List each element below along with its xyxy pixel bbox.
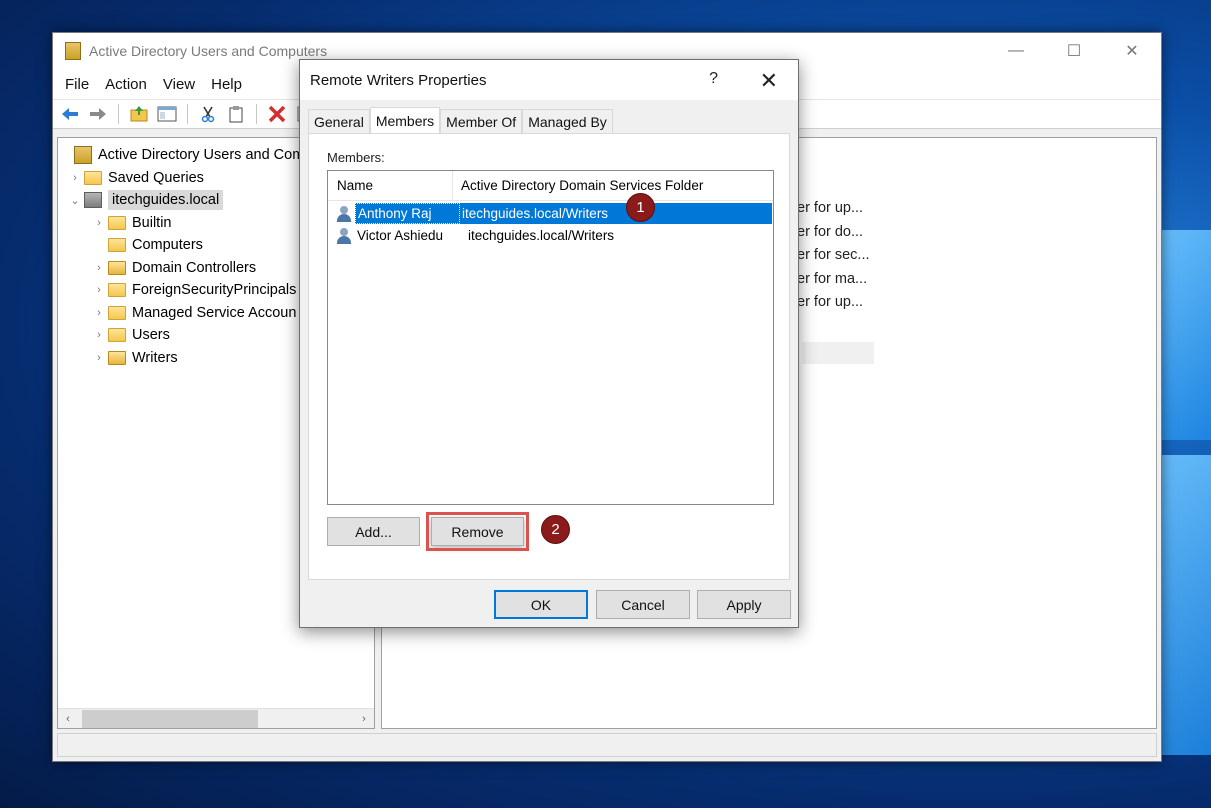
- forward-arrow-icon[interactable]: [87, 103, 109, 125]
- user-icon: [336, 227, 352, 245]
- column-header-folder[interactable]: Active Directory Domain Services Folder: [453, 178, 703, 193]
- menu-action[interactable]: Action: [97, 76, 155, 93]
- folder-icon: [108, 283, 126, 298]
- folder-icon: [108, 305, 126, 320]
- list-item[interactable]: er for up...: [797, 294, 872, 310]
- list-item[interactable]: er for do...: [797, 224, 872, 240]
- members-tab-panel: Members: Name Active Directory Domain Se…: [308, 133, 790, 580]
- member-name: Anthony Raj: [355, 203, 460, 224]
- tab-general[interactable]: General: [308, 109, 370, 133]
- tree-label: itechguides.local: [108, 190, 224, 211]
- members-list[interactable]: Name Active Directory Domain Services Fo…: [327, 170, 774, 505]
- dialog-titlebar: Remote Writers Properties ? ✕: [300, 60, 798, 100]
- show-console-tree-icon[interactable]: [156, 103, 178, 125]
- folder-icon: [108, 215, 126, 230]
- tree-label: ForeignSecurityPrincipals: [132, 282, 297, 299]
- dialog-close-button[interactable]: ✕: [760, 68, 778, 94]
- scroll-thumb[interactable]: [82, 710, 258, 728]
- menu-view[interactable]: View: [155, 76, 203, 93]
- chevron-right-icon[interactable]: ›: [92, 262, 106, 274]
- ou-folder-icon: [108, 350, 126, 365]
- tree-label: Computers: [132, 237, 203, 254]
- desktop-logo-pane: [1162, 455, 1211, 755]
- chevron-right-icon[interactable]: ›: [92, 284, 106, 296]
- desktop-logo-pane: [1162, 230, 1211, 440]
- properties-dialog: Remote Writers Properties ? ✕ General Me…: [299, 59, 799, 628]
- help-button[interactable]: ?: [709, 70, 718, 88]
- back-arrow-icon[interactable]: [59, 103, 81, 125]
- aduc-root-icon: [74, 146, 92, 165]
- close-button[interactable]: ✕: [1103, 33, 1161, 69]
- tree-label: Active Directory Users and Comp: [98, 147, 313, 164]
- add-button[interactable]: Add...: [327, 517, 420, 546]
- chevron-right-icon[interactable]: ›: [92, 352, 106, 364]
- copy-icon[interactable]: [225, 103, 247, 125]
- ou-folder-icon: [108, 260, 126, 275]
- chevron-right-icon[interactable]: ›: [92, 329, 106, 341]
- cancel-button[interactable]: Cancel: [596, 590, 690, 619]
- member-folder: itechguides.local/Writers: [468, 228, 615, 243]
- minimize-button[interactable]: —: [987, 33, 1045, 69]
- cut-icon[interactable]: [197, 103, 219, 125]
- toolbar-separator: [187, 104, 188, 124]
- menu-file[interactable]: File: [57, 76, 97, 93]
- step-badge-1: 1: [626, 193, 655, 222]
- members-label: Members:: [327, 150, 385, 165]
- toolbar-separator: [256, 104, 257, 124]
- tree-label: Builtin: [132, 214, 172, 231]
- dialog-tabs: General Members Member Of Managed By: [308, 107, 613, 134]
- folder-icon: [108, 328, 126, 343]
- chevron-down-icon[interactable]: ⌄: [68, 194, 82, 207]
- column-header-name[interactable]: Name: [328, 171, 453, 200]
- tree-label: Managed Service Accoun: [132, 304, 297, 321]
- menu-help[interactable]: Help: [203, 76, 250, 93]
- tree-label: Domain Controllers: [132, 259, 257, 276]
- scroll-right-icon[interactable]: ›: [354, 713, 374, 725]
- member-row[interactable]: Victor Ashiedu itechguides.local/Writers: [336, 225, 772, 246]
- window-title: Active Directory Users and Computers: [89, 43, 328, 59]
- up-folder-icon[interactable]: [128, 103, 150, 125]
- folder-icon: [108, 238, 126, 253]
- member-folder: itechguides.local/Writers: [460, 203, 772, 224]
- step-badge-2: 2: [541, 515, 570, 544]
- ok-button[interactable]: OK: [494, 590, 588, 619]
- toolbar-separator: [118, 104, 119, 124]
- chevron-right-icon[interactable]: ›: [92, 217, 106, 229]
- tab-members[interactable]: Members: [369, 107, 441, 134]
- tab-managed-by[interactable]: Managed By: [522, 109, 613, 133]
- member-name: Victor Ashiedu: [357, 228, 444, 243]
- tab-member-of[interactable]: Member Of: [440, 109, 523, 133]
- user-icon: [336, 205, 352, 223]
- horizontal-scrollbar[interactable]: ‹ ›: [58, 708, 374, 728]
- aduc-app-icon: [65, 42, 81, 60]
- tree-label: Users: [132, 327, 170, 344]
- domain-icon: [84, 192, 102, 209]
- chevron-right-icon[interactable]: ›: [92, 307, 106, 319]
- scroll-left-icon[interactable]: ‹: [58, 713, 78, 725]
- list-item[interactable]: er for sec...: [797, 247, 872, 263]
- status-bar: [57, 733, 1157, 757]
- member-row[interactable]: Anthony Raj itechguides.local/Writers: [336, 203, 772, 224]
- tree-label: Writers: [132, 349, 178, 366]
- apply-button[interactable]: Apply: [697, 590, 791, 619]
- list-header: Name Active Directory Domain Services Fo…: [328, 171, 773, 201]
- delete-icon[interactable]: [266, 103, 288, 125]
- maximize-button[interactable]: ☐: [1045, 33, 1103, 69]
- tree-label: Saved Queries: [108, 169, 204, 186]
- dialog-title: Remote Writers Properties: [310, 71, 487, 89]
- folder-icon: [84, 170, 102, 185]
- chevron-right-icon[interactable]: ›: [68, 172, 82, 184]
- list-item-highlight: [802, 342, 874, 364]
- list-item[interactable]: er for ma...: [797, 271, 872, 287]
- list-item[interactable]: er for up...: [797, 200, 872, 216]
- remove-button[interactable]: Remove: [426, 512, 529, 551]
